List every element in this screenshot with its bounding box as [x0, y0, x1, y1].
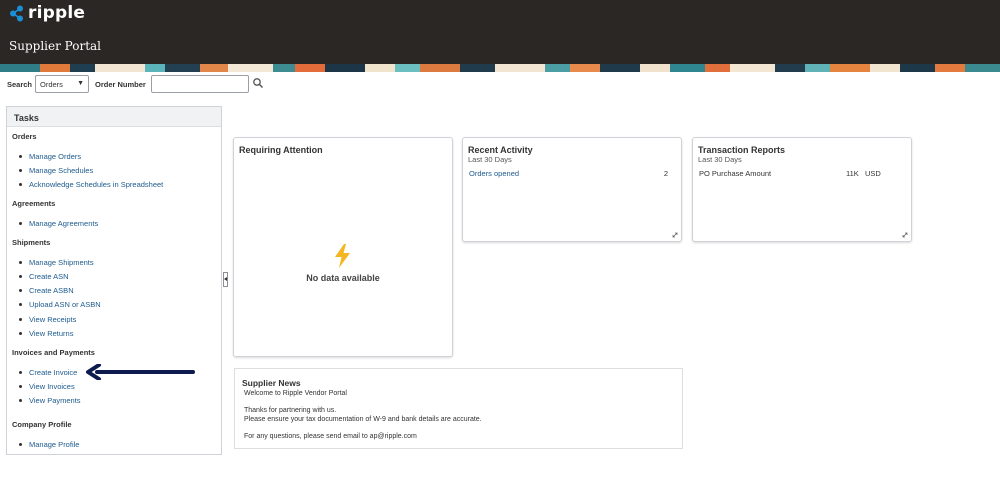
po-purchase-amount-value: 11K [846, 169, 859, 178]
task-link-manage-shipments[interactable]: Manage Shipments [19, 258, 94, 267]
task-link-create-invoice[interactable]: Create Invoice [18, 368, 77, 377]
orders-opened-count: 2 [663, 169, 668, 178]
recent-activity-card: Recent Activity Last 30 Days Orders open… [462, 137, 682, 242]
search-type-select[interactable]: Orders ▼ [35, 75, 89, 93]
news-line: Please ensure your tax documentation of … [244, 416, 482, 423]
tasks-panel: Tasks Orders Manage Orders Manage Schedu… [6, 106, 222, 455]
task-link-create-asn[interactable]: Create ASN [19, 272, 69, 281]
task-link-view-payments[interactable]: View Payments [19, 396, 81, 405]
order-number-input[interactable] [151, 75, 249, 93]
news-line: For any questions, please send email to … [244, 433, 417, 440]
no-data-text: No data available [306, 273, 380, 283]
group-orders: Orders [12, 132, 37, 141]
ripple-logo-icon [10, 5, 23, 21]
task-link-view-receipts[interactable]: View Receipts [18, 315, 76, 324]
task-link-manage-orders[interactable]: Manage Orders [18, 152, 81, 161]
chevron-down-icon: ▼ [77, 80, 84, 87]
transaction-reports-title: Transaction Reports [698, 145, 786, 155]
transaction-reports-card: Transaction Reports Last 30 Days PO Purc… [692, 137, 912, 242]
search-bar: Search Orders ▼ Order Number [0, 74, 1000, 96]
group-invoices-payments: Invoices and Payments [12, 348, 95, 357]
group-shipments: Shipments [12, 238, 51, 247]
news-line: Welcome to Ripple Vendor Portal [244, 390, 347, 397]
recent-activity-title: Recent Activity [468, 145, 533, 155]
group-agreements: Agreements [12, 199, 56, 208]
po-purchase-amount-currency: USD [865, 169, 881, 178]
panel-collapse-splitter[interactable] [223, 272, 228, 287]
requiring-attention-title: Requiring Attention [239, 145, 323, 155]
search-label: Search [7, 80, 33, 89]
news-line: Thanks for partnering with us. [244, 407, 337, 414]
portal-title: Supplier Portal [9, 39, 102, 53]
task-link-view-returns[interactable]: View Returns [18, 329, 73, 338]
task-link-create-asbn[interactable]: Create ASBN [19, 286, 74, 295]
transaction-reports-subtitle: Last 30 Days [698, 155, 742, 164]
tasks-title: Tasks [7, 107, 221, 127]
lightning-bolt-icon [335, 244, 350, 268]
task-link-upload-asn[interactable]: Upload ASN or ASBN [19, 300, 101, 309]
task-link-manage-profile[interactable]: Manage Profile [18, 440, 79, 449]
task-link-acknowledge-schedules[interactable]: Acknowledge Schedules in Spreadsheet [18, 180, 163, 189]
expand-icon[interactable] [902, 232, 908, 238]
arrow-left-icon [86, 364, 195, 380]
ripple-logo[interactable]: ripple [9, 3, 85, 23]
orders-opened-link[interactable]: Orders opened [469, 169, 519, 178]
logo-text: ripple [28, 3, 86, 23]
task-link-manage-agreements[interactable]: Manage Agreements [18, 219, 98, 228]
supplier-news-panel: Supplier News Welcome to Ripple Vendor P… [234, 368, 683, 449]
search-icon[interactable] [252, 77, 264, 89]
group-company-profile: Company Profile [12, 420, 72, 429]
task-link-manage-schedules[interactable]: Manage Schedules [18, 166, 93, 175]
search-type-value: Orders [40, 80, 63, 89]
decorative-banner [0, 64, 1000, 72]
requiring-attention-card: Requiring Attention No data available [233, 137, 453, 357]
recent-activity-subtitle: Last 30 Days [468, 155, 512, 164]
app-header: ripple Supplier Portal [0, 0, 1000, 72]
task-link-view-invoices[interactable]: View Invoices [19, 382, 75, 391]
expand-icon[interactable] [672, 232, 678, 238]
order-number-label: Order Number [95, 80, 146, 89]
po-purchase-amount-label: PO Purchase Amount [699, 169, 772, 178]
supplier-news-title: Supplier News [242, 378, 301, 388]
